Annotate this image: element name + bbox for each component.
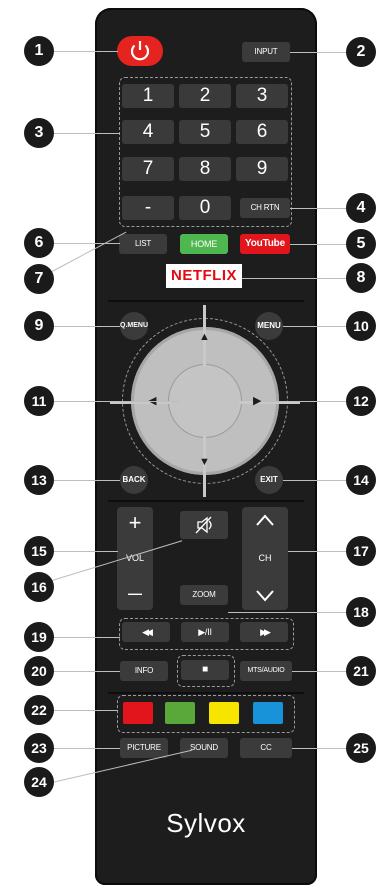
power-icon — [130, 41, 150, 61]
down-arrow-icon[interactable]: ▼ — [199, 456, 210, 468]
key-7[interactable]: 7 — [122, 157, 174, 181]
callout-7: 7 — [24, 264, 54, 294]
ch-label: CH — [258, 553, 272, 563]
netflix-button[interactable]: NETFLIX — [166, 264, 242, 288]
fast-forward-button[interactable]: ▶▶ — [240, 622, 288, 642]
callout-18: 18 — [346, 597, 376, 627]
vol-minus-button[interactable]: — — [117, 585, 153, 601]
leader-line-4 — [290, 208, 346, 209]
callout-4: 4 — [346, 193, 376, 223]
mute-button[interactable] — [180, 511, 228, 539]
youtube-button[interactable]: YouTube — [240, 234, 290, 254]
callout-23: 23 — [24, 733, 54, 763]
mute-icon — [195, 516, 212, 534]
play-pause-button[interactable]: ▶/II — [181, 622, 229, 642]
leader-line-14 — [283, 480, 346, 481]
callout-5: 5 — [346, 229, 376, 259]
callout-15: 15 — [24, 536, 54, 566]
leader-line-20 — [52, 671, 120, 672]
mts-audio-button[interactable]: MTS/AUDIO — [240, 661, 292, 681]
callout-9: 9 — [24, 311, 54, 341]
input-button[interactable]: INPUT — [242, 42, 290, 62]
cc-button[interactable]: CC — [240, 738, 292, 758]
callout-16: 16 — [24, 572, 54, 602]
leader-line-9 — [52, 326, 120, 327]
leader-line-8 — [242, 278, 346, 279]
leader-line-3 — [52, 133, 120, 134]
back-button[interactable]: BACK — [120, 466, 148, 494]
channel-up-icon[interactable] — [254, 512, 276, 528]
ch-rtn-button[interactable]: CH RTN — [240, 198, 290, 218]
key-1[interactable]: 1 — [122, 84, 174, 108]
channel-down-icon[interactable] — [254, 588, 276, 604]
divider-1 — [108, 300, 304, 302]
sound-button[interactable]: SOUND — [180, 738, 228, 758]
divider-3 — [108, 692, 304, 694]
qmenu-button[interactable]: Q.MENU — [120, 312, 148, 340]
key-0[interactable]: 0 — [179, 196, 231, 220]
exit-button[interactable]: EXIT — [255, 466, 283, 494]
callout-19: 19 — [24, 622, 54, 652]
blue-key[interactable] — [253, 702, 283, 724]
key-5[interactable]: 5 — [179, 120, 231, 144]
leader-line-15 — [52, 551, 118, 552]
brand-logo: Sylvox — [166, 808, 246, 838]
callout-17: 17 — [346, 536, 376, 566]
callout-6: 6 — [24, 228, 54, 258]
callout-1: 1 — [24, 36, 54, 66]
key-dash[interactable]: - — [122, 196, 174, 220]
key-8[interactable]: 8 — [179, 157, 231, 181]
key-6[interactable]: 6 — [236, 120, 288, 144]
right-arrow-icon[interactable]: ▶ — [253, 394, 261, 407]
leader-line-1 — [52, 51, 118, 52]
ok-button-face — [171, 367, 239, 435]
key-2[interactable]: 2 — [179, 84, 231, 108]
key-4[interactable]: 4 — [122, 120, 174, 144]
menu-button[interactable]: MENU — [255, 312, 283, 340]
power-button[interactable] — [117, 36, 163, 66]
callout-2: 2 — [346, 37, 376, 67]
callout-10: 10 — [346, 311, 376, 341]
callout-25: 25 — [346, 733, 376, 763]
callout-14: 14 — [346, 465, 376, 495]
leader-line-12 — [262, 401, 346, 402]
info-button[interactable]: INFO — [120, 661, 168, 681]
callout-24: 24 — [24, 767, 54, 797]
callout-20: 20 — [24, 656, 54, 686]
leader-line-2 — [290, 52, 346, 53]
picture-button[interactable]: PICTURE — [120, 738, 168, 758]
stop-button[interactable]: ■ — [181, 660, 229, 680]
yellow-key[interactable] — [209, 702, 239, 724]
zoom-button[interactable]: ZOOM — [180, 585, 228, 605]
callout-22: 22 — [24, 695, 54, 725]
leader-line-18 — [228, 612, 346, 613]
leader-line-23 — [52, 748, 120, 749]
callout-13: 13 — [24, 465, 54, 495]
list-button[interactable]: LIST — [119, 234, 167, 254]
key-3[interactable]: 3 — [236, 84, 288, 108]
callout-3: 3 — [24, 118, 54, 148]
leader-line-11 — [52, 401, 180, 402]
up-arrow-icon[interactable]: ▲ — [199, 331, 210, 343]
leader-line-6 — [52, 243, 120, 244]
rewind-button[interactable]: ◀◀ — [122, 622, 170, 642]
leader-line-21 — [292, 671, 346, 672]
callout-12: 12 — [346, 386, 376, 416]
home-button[interactable]: HOME — [180, 234, 228, 254]
leader-line-10 — [283, 326, 346, 327]
red-key[interactable] — [123, 702, 153, 724]
leader-line-17 — [288, 551, 346, 552]
divider-2 — [108, 500, 304, 502]
callout-21: 21 — [346, 656, 376, 686]
callout-8: 8 — [346, 263, 376, 293]
green-key[interactable] — [165, 702, 195, 724]
leader-line-5 — [290, 244, 346, 245]
vol-plus-button[interactable]: + — [117, 510, 153, 536]
key-9[interactable]: 9 — [236, 157, 288, 181]
leader-line-25 — [292, 748, 346, 749]
leader-line-19 — [52, 637, 120, 638]
leader-line-22 — [52, 710, 118, 711]
callout-11: 11 — [24, 386, 54, 416]
leader-line-13 — [52, 480, 120, 481]
